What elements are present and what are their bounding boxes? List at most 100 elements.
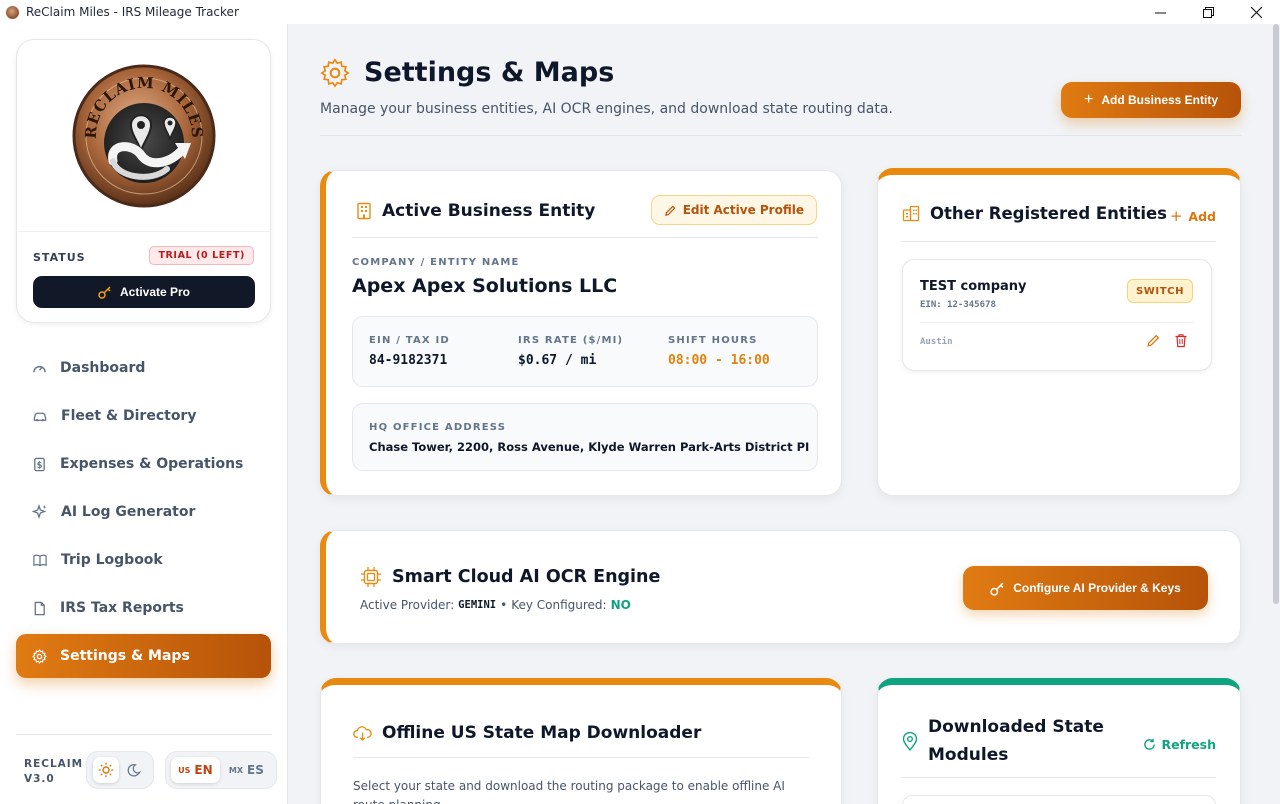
key-configured-prefix: Key Configured: [511, 598, 607, 612]
ocr-engine-title: Smart Cloud AI OCR Engine [392, 567, 661, 587]
sidebar: RECLAIM MILES STATUS TRIAL (0 LEFT) Acti… [0, 24, 288, 804]
svg-text:$: $ [37, 459, 43, 469]
entity-stats-box: EIN / TAX ID 84-9182371 IRS RATE ($/MI) … [352, 316, 818, 387]
lang-country-code: MX [228, 765, 244, 775]
irs-rate-label: IRS RATE ($/MI) [518, 335, 624, 346]
book-icon [33, 554, 47, 566]
status-separator: • [500, 598, 508, 612]
dark-theme-button[interactable] [122, 757, 148, 783]
ocr-status-line: Active Provider: GEMINI • Key Configured… [360, 598, 631, 612]
map-downloader-header: Offline US State Map Downloader [353, 723, 701, 743]
other-entities-header: Other Registered Entities [902, 204, 1167, 223]
provider-value: GEMINI [458, 599, 497, 611]
shift-hours-label: SHIFT HOURS [668, 335, 758, 346]
active-entity-card: Active Business Entity Edit Active Profi… [320, 170, 842, 496]
window-title-bar: ReClaim Miles - IRS Mileage Tracker [0, 0, 1280, 24]
configure-ai-provider-button[interactable]: Configure AI Provider & Keys [963, 566, 1208, 610]
brand-card: RECLAIM MILES STATUS TRIAL (0 LEFT) Acti… [16, 39, 271, 323]
edit-active-profile-button[interactable]: Edit Active Profile [650, 195, 817, 225]
map-downloader-description: Select your state and download the routi… [353, 779, 785, 804]
sparkles-icon [32, 504, 47, 519]
nav-item-settings[interactable]: Settings & Maps [16, 634, 271, 678]
nav-label: AI Log Generator [61, 504, 196, 520]
version-label: RECLAIM V3.0 [24, 757, 83, 787]
nav-label: Dashboard [60, 360, 146, 376]
other-entities-card: Other Registered Entities + Add TEST com… [877, 168, 1241, 496]
sidebar-footer: RECLAIM V3.0 US EN MX ES [16, 734, 277, 804]
switch-entity-button[interactable]: SWITCH [1127, 279, 1193, 303]
cloud-download-icon [353, 725, 372, 741]
card-divider [352, 237, 818, 238]
close-window-button[interactable] [1232, 0, 1280, 24]
trial-badge: TRIAL (0 LEFT) [149, 246, 254, 265]
irs-rate-value: $0.67 / mi [518, 353, 597, 368]
ocr-engine-header: Smart Cloud AI OCR Engine [360, 566, 660, 588]
configure-ai-provider-label: Configure AI Provider & Keys [1013, 581, 1181, 595]
hq-address-box: HQ OFFICE ADDRESS Chase Tower, 2200, Ros… [352, 403, 818, 471]
lang-code: ES [247, 763, 264, 777]
nav-label: IRS Tax Reports [60, 600, 184, 616]
car-icon [33, 412, 47, 421]
moon-icon [127, 763, 142, 777]
nav-label: Fleet & Directory [61, 408, 197, 424]
nav-item-fleet[interactable]: Fleet & Directory [16, 394, 271, 438]
edit-active-profile-label: Edit Active Profile [682, 203, 804, 217]
refresh-icon [1144, 738, 1156, 750]
sidebar-nav: Dashboard Fleet & Directory $ Expenses &… [16, 346, 271, 682]
lang-code: EN [194, 763, 213, 777]
entity-item-divider [920, 322, 1194, 323]
activate-pro-button[interactable]: Activate Pro [33, 276, 255, 308]
page-subtitle: Manage your business entities, AI OCR en… [320, 101, 893, 117]
theme-toggle [86, 751, 154, 789]
pencil-icon [1147, 334, 1160, 347]
active-entity-header: Active Business Entity [356, 201, 595, 221]
hq-address-value: Chase Tower, 2200, Ross Avenue, Klyde Wa… [369, 440, 809, 454]
downloaded-modules-header: Downloaded State Modules [902, 713, 1112, 769]
logo-area: RECLAIM MILES [17, 40, 270, 232]
add-business-entity-label: Add Business Entity [1101, 93, 1219, 107]
card-divider [902, 241, 1216, 242]
close-icon [1250, 6, 1262, 18]
lang-option-es[interactable]: MX ES [222, 757, 271, 783]
page-header: Settings & Maps [320, 57, 614, 88]
ein-label: EIN / TAX ID [369, 335, 450, 346]
key-configured-value: NO [610, 598, 631, 612]
nav-item-dashboard[interactable]: Dashboard [16, 346, 271, 390]
active-entity-title: Active Business Entity [382, 201, 596, 221]
minimize-button[interactable] [1136, 0, 1184, 24]
refresh-modules-button[interactable]: Refresh [1143, 737, 1216, 752]
settings-gear-icon [320, 57, 350, 88]
refresh-label: Refresh [1161, 737, 1216, 752]
pencil-icon [664, 204, 676, 216]
version-number: V3.0 [24, 773, 55, 785]
light-theme-button[interactable] [92, 757, 119, 783]
add-entity-link[interactable]: + Add [1170, 207, 1216, 225]
other-entities-title: Other Registered Entities [930, 204, 1167, 223]
map-pin-icon [902, 731, 918, 751]
restore-icon [1202, 6, 1214, 18]
plus-icon: + [1083, 91, 1094, 108]
header-divider [320, 135, 1241, 136]
nav-item-ai-log[interactable]: AI Log Generator [16, 490, 271, 534]
module-list-item [902, 795, 1216, 804]
downloaded-modules-title: Downloaded State Modules [928, 717, 1104, 765]
company-name: Apex Apex Solutions LLC [352, 275, 618, 297]
hq-address-label: HQ OFFICE ADDRESS [369, 422, 507, 433]
nav-item-trip-logbook[interactable]: Trip Logbook [16, 538, 271, 582]
plus-icon: + [1169, 207, 1183, 225]
nav-item-expenses[interactable]: $ Expenses & Operations [16, 442, 271, 486]
nav-label: Settings & Maps [60, 648, 190, 664]
window-title: ReClaim Miles - IRS Mileage Tracker [26, 5, 239, 19]
lang-option-en[interactable]: US EN [171, 757, 220, 783]
main-scrollbar[interactable] [1272, 24, 1280, 804]
key-icon [98, 286, 111, 299]
ein-value: 84-9182371 [369, 353, 448, 368]
restore-button[interactable] [1184, 0, 1232, 24]
add-entity-label: Add [1188, 208, 1216, 224]
delete-entity-button[interactable] [1174, 333, 1188, 348]
add-business-entity-button[interactable]: + Add Business Entity [1061, 82, 1241, 118]
nav-item-irs-reports[interactable]: IRS Tax Reports [16, 586, 271, 630]
scrollbar-thumb[interactable] [1273, 24, 1279, 604]
edit-entity-button[interactable] [1146, 333, 1161, 348]
activate-pro-label: Activate Pro [119, 285, 191, 299]
